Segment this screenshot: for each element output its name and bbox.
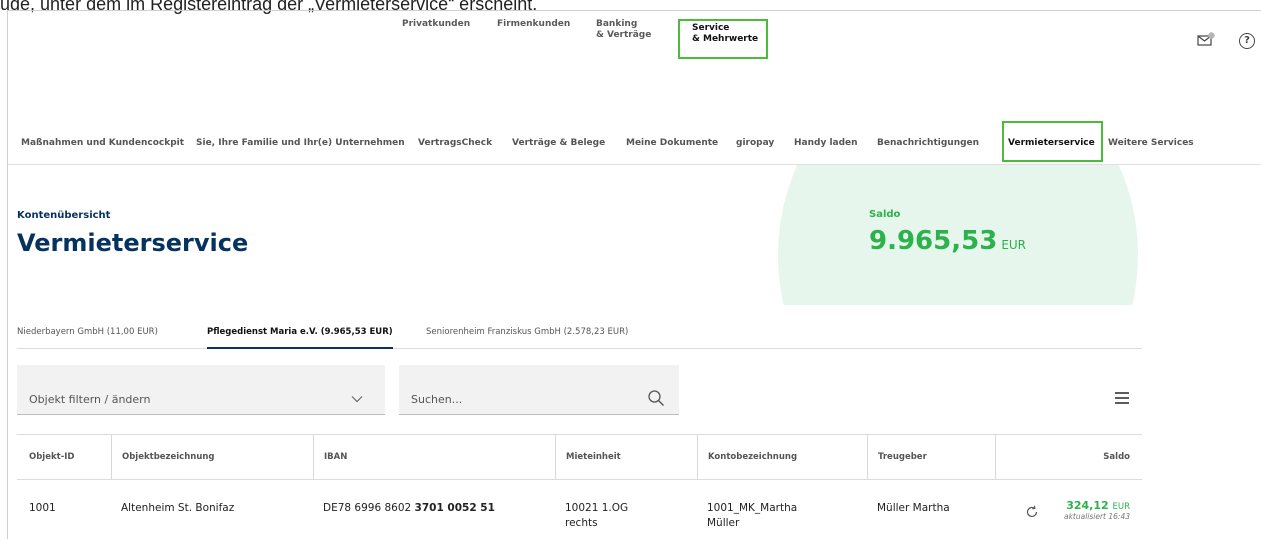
cell-kontobezeichnung: 1001_MK_Martha Müller (707, 501, 797, 531)
mieteinheit-line-1: 10021 1.OG (565, 502, 629, 514)
top-nav-firmenkunden[interactable]: Firmenkunden (497, 19, 570, 30)
cell-saldo: 324,12 EUR aktualisiert 16:43 (1064, 499, 1130, 521)
saldo-currency: EUR (1001, 238, 1027, 252)
mieteinheit-line-2: rechts (565, 517, 598, 529)
cell-objekt-id: 1001 (29, 502, 56, 514)
top-nav-service[interactable]: Service & Mehrwerte (678, 19, 769, 59)
row-saldo-amount: 324,12 (1066, 499, 1109, 512)
refresh-icon[interactable] (1025, 505, 1039, 519)
column-header-treugeber[interactable]: Treugeber (867, 435, 995, 479)
secondary-navigation: Maßnahmen und Kundencockpit Sie, Ihre Fa… (8, 121, 1261, 165)
object-filter-select[interactable]: Objekt filtern / ändern (17, 365, 385, 415)
tab-pflegedienst-maria[interactable]: Pflegedienst Maria e.V. (9.965,53 EUR) (207, 327, 393, 349)
top-nav-label: Privatkunden (402, 19, 471, 29)
object-filter-placeholder: Objekt filtern / ändern (29, 393, 151, 406)
breadcrumb: Kontenübersicht (17, 210, 111, 221)
subnav-item-giropay[interactable]: giropay (736, 138, 774, 148)
cell-iban: DE78 6996 8602 3701 0052 51 (323, 501, 495, 516)
iban-prefix: DE78 6996 8602 (323, 502, 415, 514)
chevron-down-icon (351, 396, 363, 403)
top-nav-banking[interactable]: Banking & Verträge (596, 19, 651, 41)
top-nav-label: Banking (596, 19, 638, 29)
browser-page: Privatkunden Firmenkunden Banking & Vert… (7, 10, 1261, 539)
row-saldo-currency: EUR (1112, 502, 1131, 512)
cell-treugeber: Müller Martha (877, 502, 950, 514)
row-updated-time: aktualisiert 16:43 (1063, 512, 1130, 521)
subnav-item-vermieterservice[interactable]: Vermieterservice (1002, 121, 1103, 162)
subnav-item-benachrichtigungen[interactable]: Benachrichtigungen (877, 138, 979, 148)
tab-niederbayern[interactable]: Niederbayern GmbH (11,00 EUR) (17, 327, 158, 337)
subnav-item-weitere-services[interactable]: Weitere Services (1108, 138, 1194, 148)
subnav-item-vertragscheck[interactable]: VertragsCheck (418, 138, 492, 148)
saldo-label: Saldo (869, 209, 901, 220)
search-icon[interactable] (647, 389, 665, 407)
cell-objektbezeichnung: Altenheim St. Bonifaz (121, 502, 235, 514)
hamburger-menu-icon[interactable] (1114, 391, 1130, 405)
column-header-objekt-id[interactable]: Objekt-ID (17, 435, 111, 479)
table-row[interactable]: 1001 Altenheim St. Bonifaz DE78 6996 860… (17, 481, 1142, 539)
column-header-objektbezeichnung[interactable]: Objektbezeichnung (111, 435, 313, 479)
saldo-amount: 9.965,53 (869, 226, 998, 256)
top-nav-sublabel: & Verträge (596, 30, 652, 40)
kontobezeichnung-line-1: 1001_MK_Martha (707, 502, 798, 514)
subnav-item-handy-laden[interactable]: Handy laden (794, 138, 858, 148)
page-title: Vermieterservice (17, 229, 249, 257)
top-nav-privatkunden[interactable]: Privatkunden (402, 19, 470, 30)
cell-mieteinheit: 10021 1.OG rechts (565, 501, 628, 531)
document-caption: ude, unter dem im Registereintrag der „V… (0, 0, 538, 14)
subnav-item-kundencockpit[interactable]: Maßnahmen und Kundencockpit (21, 138, 184, 148)
table-header: Objekt-ID Objektbezeichnung IBAN Mietein… (17, 434, 1142, 480)
iban-highlight: 3701 0052 51 (414, 502, 495, 514)
top-navigation: Privatkunden Firmenkunden Banking & Vert… (8, 19, 1261, 69)
subnav-item-dokumente[interactable]: Meine Dokumente (626, 138, 718, 148)
help-icon[interactable]: ? (1239, 33, 1255, 49)
mail-icon[interactable] (1197, 32, 1215, 46)
search-input[interactable]: Suchen... (399, 365, 679, 415)
top-nav-label: Service (692, 23, 730, 33)
column-header-mieteinheit[interactable]: Mieteinheit (555, 435, 697, 479)
column-header-saldo[interactable]: Saldo (995, 435, 1142, 479)
top-nav-sublabel: & Mehrwerte (692, 34, 759, 44)
top-nav-label: Firmenkunden (497, 19, 571, 29)
subnav-item-familie[interactable]: Sie, Ihre Familie und Ihr(e) Unternehmen (196, 138, 405, 148)
column-header-kontobezeichnung[interactable]: Kontobezeichnung (697, 435, 867, 479)
column-header-iban[interactable]: IBAN (313, 435, 555, 479)
search-placeholder: Suchen... (411, 393, 463, 406)
account-tabs: Niederbayern GmbH (11,00 EUR) Pflegedien… (17, 315, 1142, 349)
kontobezeichnung-line-2: Müller (707, 517, 740, 529)
row-saldo-value: 324,12 EUR (1064, 499, 1130, 512)
tab-seniorenheim-franziskus[interactable]: Seniorenheim Franziskus GmbH (2.578,23 E… (426, 327, 628, 337)
subnav-item-vertraege-belege[interactable]: Verträge & Belege (512, 138, 605, 148)
saldo-total: 9.965,53 EUR (869, 226, 1026, 256)
